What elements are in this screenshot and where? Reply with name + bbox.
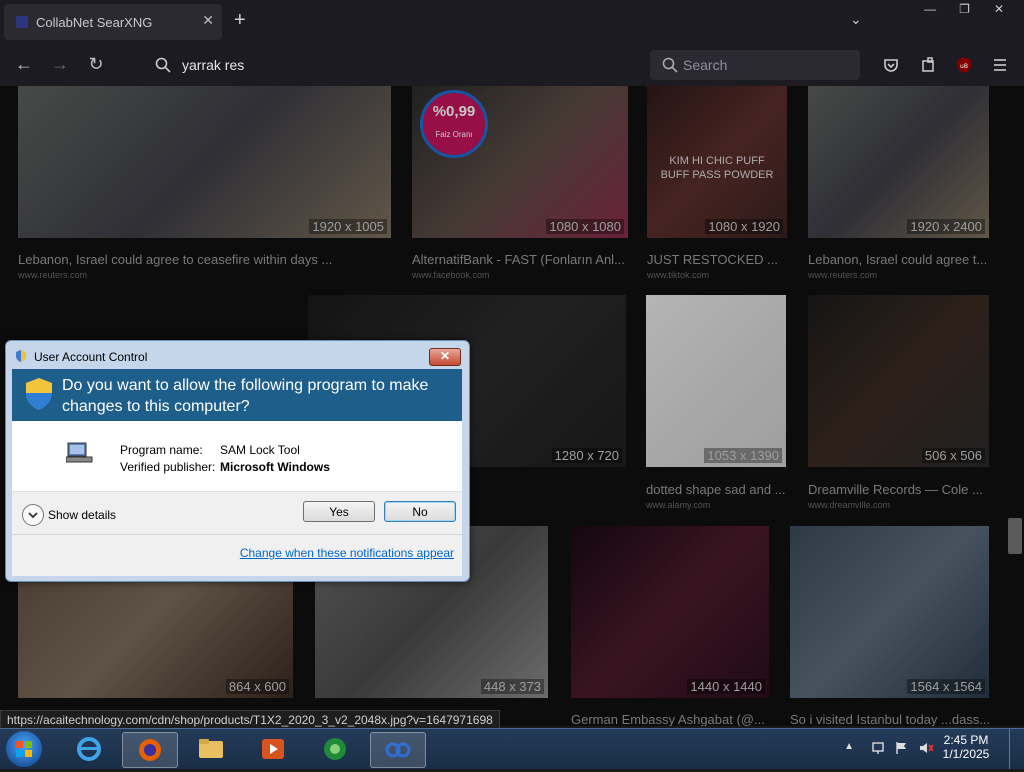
browser-tab-bar: CollabNet SearXNG ✕ + ⌄ — ❐ ✕ [0, 0, 1024, 44]
firefox-icon [139, 739, 161, 761]
taskbar-internet-explorer[interactable] [62, 732, 116, 766]
clock-time: 2:45 PM [943, 733, 989, 747]
minimize-button[interactable]: — [915, 2, 945, 16]
tray-flag-icon[interactable] [894, 740, 910, 756]
program-computer-icon [66, 442, 93, 463]
uac-dialog: User Account Control ✕ Do you want to al… [5, 340, 470, 582]
back-arrow-icon[interactable]: ← [13, 54, 35, 75]
program-name-value: SAM Lock Tool [220, 443, 300, 457]
taskbar-uac-app[interactable] [370, 732, 426, 768]
change-notifications-link[interactable]: Change when these notifications appear [240, 546, 454, 560]
navigation-toolbar: ← → ↻ yarrak res Search uB [0, 44, 1024, 87]
publisher-value: Microsoft Windows [220, 460, 330, 474]
ublock-shield-icon[interactable]: uB [955, 56, 973, 74]
search-input[interactable]: Search [650, 50, 860, 80]
search-icon [155, 57, 171, 73]
search-placeholder: Search [683, 57, 728, 73]
uac-shield-small-icon [16, 350, 26, 362]
forward-arrow-icon[interactable]: → [49, 54, 71, 75]
new-tab-plus-icon[interactable]: + [234, 9, 246, 32]
clock[interactable]: 2:45 PM 1/1/2025 [936, 733, 996, 761]
clock-date: 1/1/2025 [942, 747, 990, 761]
menu-hamburger-icon[interactable] [991, 56, 1009, 74]
list-all-tabs-chevron-icon[interactable]: ⌄ [850, 11, 862, 28]
uac-header-band: Do you want to allow the following progr… [12, 369, 462, 421]
media-player-icon [262, 739, 284, 759]
internet-explorer-icon [77, 737, 101, 761]
pocket-icon[interactable] [882, 56, 900, 74]
no-button[interactable]: No [384, 501, 456, 522]
maximize-button[interactable]: ❐ [950, 2, 980, 16]
show-details-label[interactable]: Show details [48, 508, 116, 522]
uac-footer: Show details Yes No Change when these no… [12, 491, 462, 576]
scrollbar-thumb[interactable] [1008, 518, 1022, 554]
tab-title: CollabNet SearXNG [36, 15, 153, 30]
start-button[interactable] [6, 731, 42, 767]
folder-icon [199, 739, 223, 758]
address-bar-text: yarrak res [182, 57, 245, 73]
windows-logo-icon [16, 741, 32, 757]
program-name-label: Program name: [120, 443, 203, 457]
windows-taskbar: ▲ 2:45 PM 1/1/2025 [0, 728, 1024, 769]
uac-question-text: Do you want to allow the following progr… [62, 377, 429, 415]
svg-text:uB: uB [960, 63, 968, 70]
tray-volume-muted-icon[interactable] [918, 740, 934, 756]
show-details-chevron-icon[interactable] [22, 504, 44, 526]
close-window-button[interactable]: ✕ [984, 2, 1014, 16]
publisher-label: Verified publisher: [120, 460, 216, 474]
address-bar[interactable]: yarrak res [145, 50, 645, 80]
taskbar-file-explorer[interactable] [184, 732, 238, 766]
window-controls: — ❐ ✕ [915, 0, 1014, 18]
yes-button[interactable]: Yes [303, 501, 375, 522]
dialog-title: User Account Control [34, 350, 148, 364]
show-desktop-button[interactable] [1009, 729, 1024, 769]
green-app-icon [324, 738, 346, 760]
site-favicon-icon [16, 16, 28, 28]
taskbar-green-app[interactable] [308, 732, 362, 766]
browser-tab[interactable]: CollabNet SearXNG ✕ [4, 4, 222, 40]
dialog-close-button[interactable]: ✕ [429, 348, 461, 366]
extensions-puzzle-icon[interactable] [920, 56, 938, 74]
taskbar-firefox[interactable] [122, 732, 178, 768]
status-url-bar: https://acaitechnology.com/cdn/shop/prod… [0, 710, 500, 730]
uac-shield-icon [26, 378, 52, 410]
tray-expand-icon[interactable]: ▲ [844, 741, 854, 752]
search-icon [662, 57, 678, 73]
blue-rings-icon [385, 742, 411, 758]
uac-program-info: Program name: SAM Lock Tool Verified pub… [12, 421, 462, 491]
footer-divider [12, 534, 462, 535]
tray-devices-icon[interactable] [870, 740, 886, 756]
taskbar-media-player[interactable] [246, 732, 300, 766]
reload-icon[interactable]: ↻ [85, 54, 107, 75]
tab-close-icon[interactable]: ✕ [202, 12, 214, 29]
